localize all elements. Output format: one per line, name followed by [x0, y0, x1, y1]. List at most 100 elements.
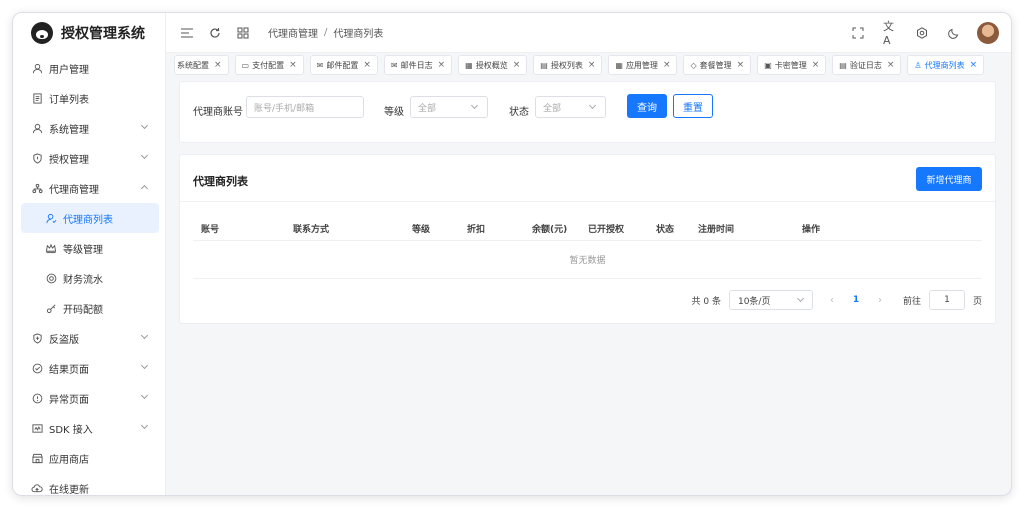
sidebar-item-update[interactable]: 在线更新: [13, 473, 165, 496]
close-icon[interactable]: ×: [663, 60, 671, 70]
pagination: 共 0 条 10条/页 ‹ 1 › 前往 1 页: [692, 289, 982, 311]
account-label: 代理商账号: [193, 107, 243, 118]
column-header: 操作: [802, 225, 821, 235]
close-icon[interactable]: ×: [737, 60, 745, 70]
sidebar-item-label: 授权管理: [49, 154, 89, 166]
sidebar-item-quota[interactable]: 开码配额: [13, 293, 165, 323]
logo-icon: [31, 22, 53, 44]
table-header: 账号 联系方式 等级 折扣 余额(元) 已开授权 状态 注册时间 操作: [193, 217, 982, 241]
sidebar-item-label: 代理商管理: [49, 184, 99, 196]
close-icon[interactable]: ×: [363, 60, 371, 70]
code-icon: [31, 422, 43, 434]
grid-icon[interactable]: [236, 26, 250, 40]
close-icon[interactable]: ×: [887, 60, 895, 70]
coin-icon: [45, 272, 57, 284]
header-actions: 文A: [833, 20, 1011, 47]
tab-license-overview[interactable]: ▦ 授权概览 ×: [458, 55, 528, 75]
avatar[interactable]: [977, 21, 999, 44]
shield-plus-icon: [31, 332, 43, 344]
tab-label: 邮件日志: [400, 60, 433, 70]
sidebar-item-label: 在线更新: [49, 484, 89, 496]
column-header: 状态: [656, 225, 675, 235]
reset-button[interactable]: 重置: [673, 94, 713, 118]
breadcrumb: 代理商管理 / 代理商列表: [268, 25, 383, 40]
tab-payment-config[interactable]: ▭ 支付配置 ×: [234, 55, 304, 75]
column-header: 账号: [201, 225, 220, 235]
sidebar-item-agents[interactable]: 代理商管理: [13, 173, 165, 203]
divider: [180, 201, 995, 202]
sidebar-item-agent-list[interactable]: 代理商列表: [21, 203, 159, 233]
sidebar-item-sdk[interactable]: SDK 接入: [13, 413, 165, 443]
close-icon[interactable]: ×: [970, 60, 978, 70]
sidebar-item-system[interactable]: 系统管理: [13, 113, 165, 143]
tab-system-config[interactable]: 系统配置 ×: [174, 55, 229, 75]
sidebar-item-levels[interactable]: 等级管理: [13, 233, 165, 263]
sidebar-item-label: 等级管理: [63, 244, 103, 256]
level-value: 全部: [418, 103, 437, 114]
page-size-value: 10条/页: [737, 296, 771, 307]
tab-label: 邮件配置: [326, 60, 359, 70]
refresh-icon[interactable]: [208, 26, 222, 40]
next-page-icon[interactable]: ›: [871, 295, 889, 306]
column-header: 注册时间: [698, 225, 735, 235]
sidebar: 授权管理系统 用户管理 订单列表 系统管理 授权管理 代理商管理 代理商列表 等…: [13, 13, 166, 496]
sidebar-item-license[interactable]: 授权管理: [13, 143, 165, 173]
goto-page-input[interactable]: 1: [928, 290, 965, 310]
document-icon: ▤: [839, 60, 847, 70]
page-size-select[interactable]: 10条/页: [728, 290, 813, 310]
settings-icon[interactable]: [915, 26, 929, 40]
page-number[interactable]: 1: [849, 295, 863, 305]
sidebar-item-antipiracy[interactable]: 反盗版: [13, 323, 165, 353]
sidebar-item-store[interactable]: 应用商店: [13, 443, 165, 473]
fullscreen-icon[interactable]: [851, 26, 865, 40]
sidebar-item-users[interactable]: 用户管理: [13, 53, 165, 83]
close-icon[interactable]: ×: [289, 60, 297, 70]
level-label: 等级: [384, 107, 404, 118]
prev-page-icon[interactable]: ‹: [823, 295, 841, 306]
moon-icon[interactable]: [947, 26, 961, 40]
chevron-down-icon: [470, 101, 479, 110]
mail-icon: ✉: [390, 60, 398, 70]
cloud-icon: [31, 482, 43, 494]
chevron-down-icon: [140, 421, 149, 430]
tab-card-key-management[interactable]: ▣ 卡密管理 ×: [757, 55, 827, 75]
tab-label: 卡密管理: [774, 60, 807, 70]
close-icon[interactable]: ×: [513, 60, 521, 70]
sidebar-item-orders[interactable]: 订单列表: [13, 83, 165, 113]
breadcrumb-parent[interactable]: 代理商管理: [268, 25, 318, 40]
query-button[interactable]: 查询: [627, 94, 667, 118]
chevron-down-icon: [796, 294, 805, 303]
tab-app-management[interactable]: ▦ 应用管理 ×: [608, 55, 678, 75]
tab-mail-log[interactable]: ✉ 邮件日志 ×: [383, 55, 453, 75]
breadcrumb-current: 代理商列表: [333, 29, 384, 40]
account-input[interactable]: 账号/手机/邮箱: [246, 96, 364, 118]
sidebar-item-label: 反盗版: [49, 334, 79, 346]
level-select[interactable]: 全部: [410, 96, 488, 118]
add-agent-button[interactable]: 新增代理商: [916, 167, 982, 191]
logo[interactable]: 授权管理系统: [13, 13, 165, 53]
status-value: 全部: [543, 103, 562, 114]
close-icon[interactable]: ×: [438, 60, 446, 70]
sidebar-item-finance[interactable]: 财务流水: [13, 263, 165, 293]
tab-label: 代理商列表: [924, 60, 965, 70]
tab-mail-config[interactable]: ✉ 邮件配置 ×: [309, 55, 378, 75]
tab-license-list[interactable]: ▤ 授权列表 ×: [533, 55, 603, 75]
tab-verify-log[interactable]: ▤ 验证日志 ×: [832, 55, 902, 75]
user-settings-icon: [31, 122, 43, 134]
close-icon[interactable]: ×: [214, 60, 222, 70]
tab-agent-list[interactable]: ♙ 代理商列表 ×: [907, 55, 985, 75]
sidebar-item-result[interactable]: 结果页面: [13, 353, 165, 383]
translate-icon[interactable]: 文A: [883, 20, 897, 47]
user-check-icon: [45, 212, 57, 224]
close-icon[interactable]: ×: [812, 60, 820, 70]
close-icon[interactable]: ×: [588, 60, 596, 70]
tab-package-management[interactable]: ◇ 套餐管理 ×: [683, 55, 752, 75]
apps-icon: ▦: [615, 60, 623, 70]
sidebar-item-exception[interactable]: 异常页面: [13, 383, 165, 413]
document-icon: [31, 92, 43, 104]
column-header: 联系方式: [293, 225, 330, 235]
menu-toggle-icon[interactable]: [180, 26, 194, 40]
total-count: 共 0 条: [691, 296, 721, 307]
sidebar-item-label: 代理商列表: [63, 214, 113, 226]
status-select[interactable]: 全部: [535, 96, 606, 118]
